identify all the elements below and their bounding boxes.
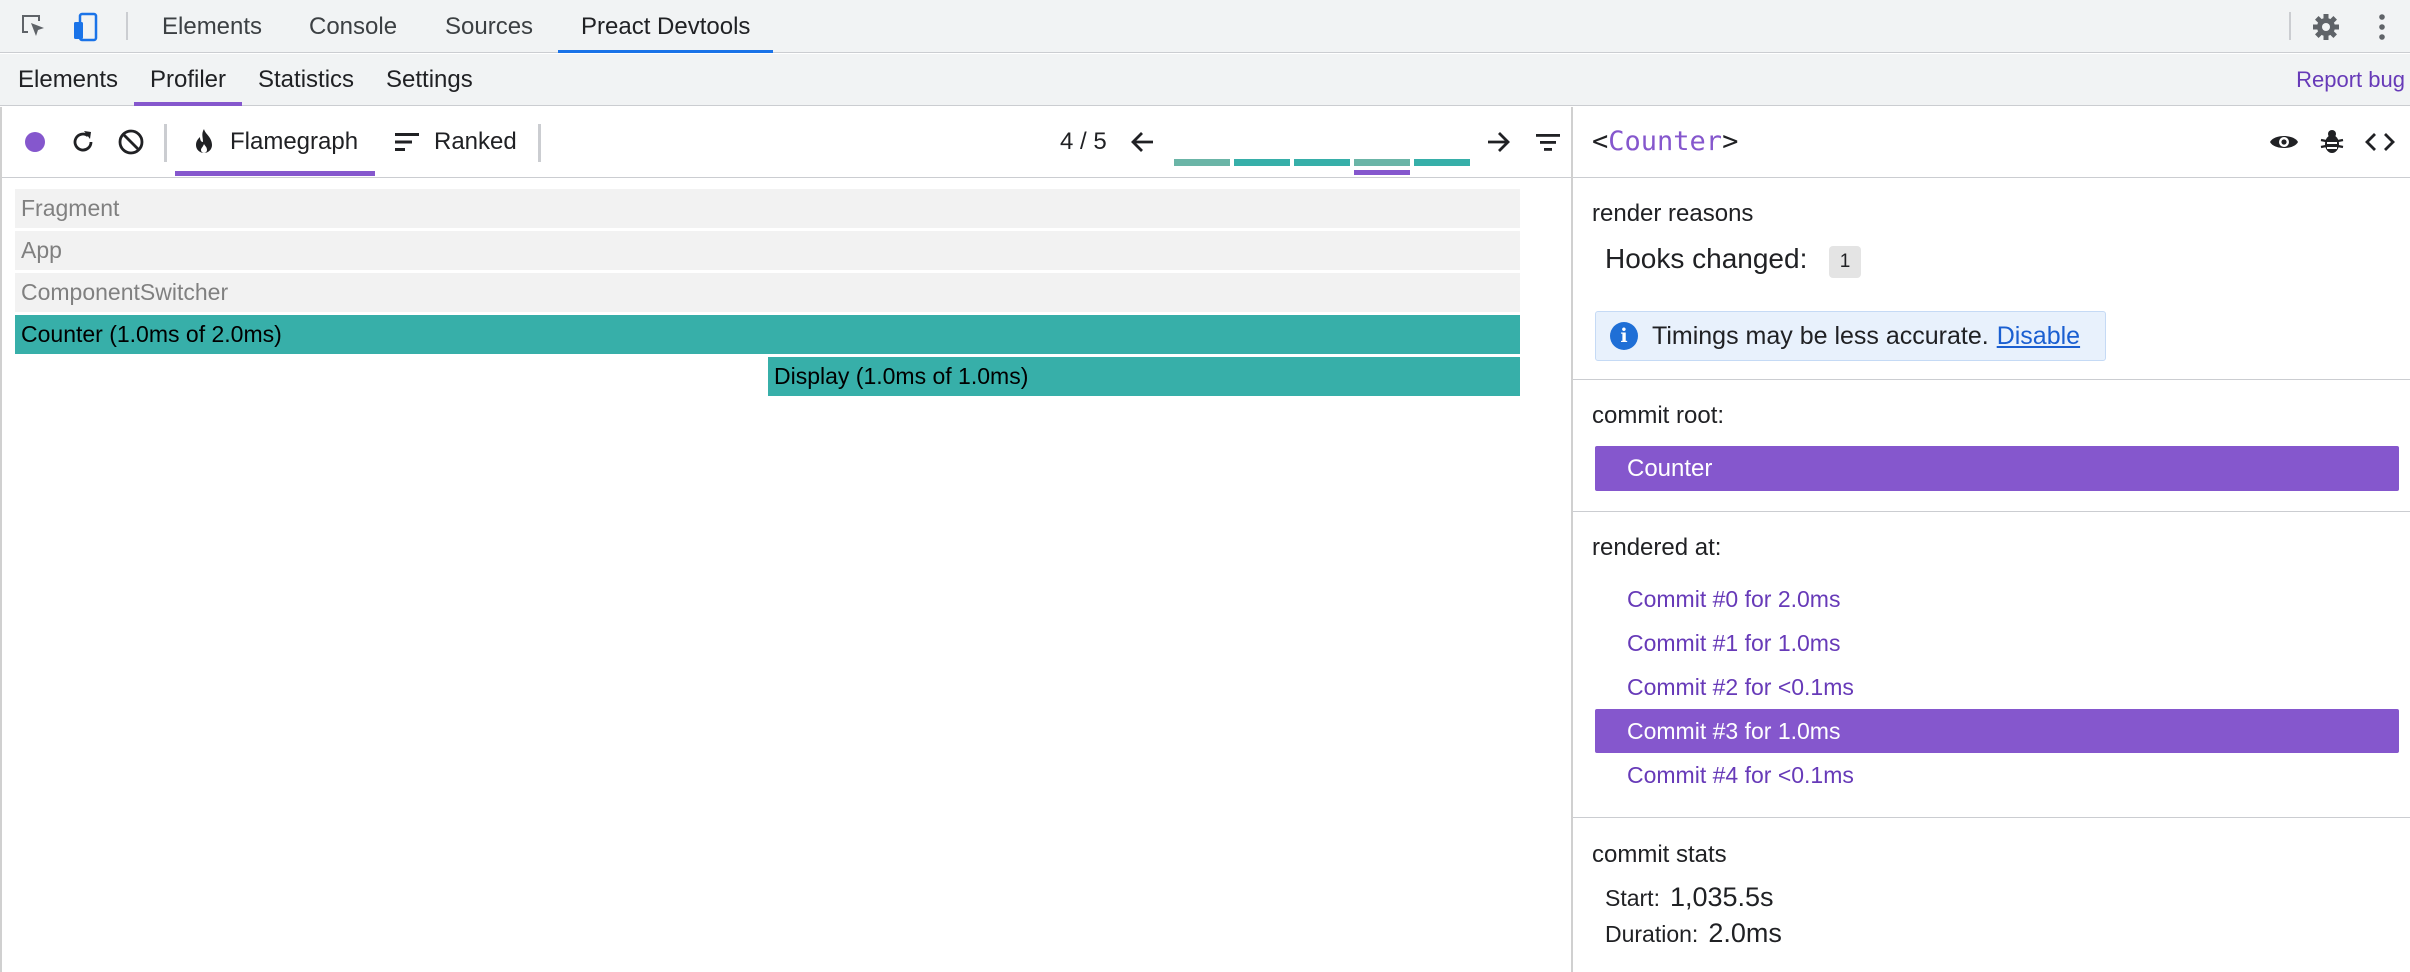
toolbar-divider: [164, 124, 167, 162]
record-icon[interactable]: [18, 125, 52, 159]
flamegraph-node-fragment[interactable]: Fragment: [15, 189, 1520, 228]
profiler-toolbar: Flamegraph Ranked 4 / 5: [2, 107, 1573, 178]
commit-bar[interactable]: [1174, 159, 1230, 166]
flamegraph-node-app[interactable]: App: [15, 231, 1520, 270]
bug-icon[interactable]: [2315, 125, 2349, 159]
render-reasons-section: render reasons Hooks changed: 1 i Timing…: [1573, 178, 2410, 380]
component-name: Counter: [1608, 126, 1723, 157]
rendered-at-commit-item[interactable]: Commit #1 for 1.0ms: [1595, 621, 2399, 665]
tab-preact-elements[interactable]: Elements: [18, 54, 118, 106]
toolbar-divider: [538, 124, 541, 162]
flamegraph-node-display[interactable]: Display (1.0ms of 1.0ms): [768, 357, 1520, 396]
commit-bar[interactable]: [1234, 159, 1290, 166]
devtools-tab-bar: Elements Console Sources Preact Devtools: [0, 0, 2410, 53]
rendered-at-commit-item[interactable]: Commit #2 for <0.1ms: [1595, 665, 2399, 709]
rendered-at-commit-item[interactable]: Commit #0 for 2.0ms: [1595, 577, 2399, 621]
start-value: 1,035.5s: [1669, 882, 1774, 912]
device-toolbar-icon[interactable]: [70, 11, 102, 43]
flamegraph-node-componentswitcher[interactable]: ComponentSwitcher: [15, 273, 1520, 312]
tab-sources[interactable]: Sources: [445, 0, 533, 53]
eye-icon[interactable]: [2267, 125, 2301, 159]
settings-gear-icon[interactable]: [2310, 11, 2342, 43]
tab-profiler[interactable]: Profiler: [134, 54, 243, 106]
tab-statistics[interactable]: Statistics: [258, 54, 354, 106]
render-reasons-title: render reasons: [1592, 200, 1754, 227]
start-label: Start:: [1605, 885, 1660, 911]
hooks-changed-label: Hooks changed:: [1605, 243, 1808, 274]
commit-position: 4 / 5: [1060, 128, 1107, 155]
inspect-element-icon[interactable]: [18, 11, 50, 43]
component-bracket-open: <: [1592, 126, 1609, 157]
flame-icon: [196, 128, 212, 153]
hooks-changed-count: 1: [1829, 246, 1861, 278]
toolbar-divider: [126, 12, 128, 40]
selected-component-name: <Counter>: [1592, 107, 1738, 176]
duration-label: Duration:: [1605, 921, 1699, 947]
report-bug-link[interactable]: Report bug: [2296, 54, 2405, 106]
timing-accuracy-notice: i Timings may be less accurate. Disable: [1595, 311, 2106, 361]
rendered-at-section: rendered at: Commit #0 for 2.0ms Commit #…: [1573, 512, 2410, 818]
filter-icon[interactable]: [1531, 125, 1565, 159]
tab-console[interactable]: Console: [309, 0, 397, 53]
commit-bar[interactable]: [1294, 159, 1350, 166]
tab-settings[interactable]: Settings: [386, 54, 473, 106]
flamegraph-button[interactable]: Flamegraph: [175, 107, 376, 176]
rendered-at-commit-item[interactable]: Commit #4 for <0.1ms: [1595, 753, 2399, 797]
profiler-pane: Flamegraph Ranked 4 / 5 Fragment App Com…: [0, 107, 1573, 972]
commit-bar[interactable]: [1414, 159, 1470, 166]
commit-root-title: commit root:: [1592, 402, 1725, 429]
flamegraph-node-counter[interactable]: Counter (1.0ms of 2.0ms): [15, 315, 1520, 354]
commit-stats-title: commit stats: [1592, 841, 1727, 868]
duration-value: 2.0ms: [1708, 918, 1782, 948]
ranked-label: Ranked: [434, 127, 517, 155]
ranked-icon: [395, 132, 419, 151]
tab-elements[interactable]: Elements: [162, 0, 262, 53]
ranked-button[interactable]: Ranked: [392, 107, 519, 176]
preact-tab-bar: Elements Profiler Statistics Settings Re…: [0, 54, 2410, 106]
component-bracket-close: >: [1722, 126, 1739, 157]
disable-link[interactable]: Disable: [1997, 322, 2080, 351]
rendered-at-title: rendered at:: [1592, 534, 1722, 561]
commit-root-button[interactable]: Counter: [1595, 446, 2399, 491]
more-options-icon[interactable]: [2366, 11, 2398, 43]
clear-profile-icon[interactable]: [114, 125, 148, 159]
commit-stats-section: commit stats Start: 1,035.5s Duration: 2.0…: [1573, 818, 2410, 972]
commit-start-stat: Start: 1,035.5s: [1605, 882, 1774, 913]
commit-root-section: commit root: Counter: [1573, 380, 2410, 512]
next-commit-arrow-icon[interactable]: [1481, 125, 1515, 159]
commit-duration-stat: Duration: 2.0ms: [1605, 918, 1782, 949]
commit-bar[interactable]: [1354, 159, 1410, 166]
view-source-icon[interactable]: [2363, 125, 2397, 159]
tab-preact-devtools[interactable]: Preact Devtools: [558, 0, 774, 53]
reload-and-profile-icon[interactable]: [66, 125, 100, 159]
info-icon: i: [1610, 322, 1638, 350]
sidebar-header: <Counter>: [1573, 107, 2410, 178]
previous-commit-arrow-icon[interactable]: [1126, 125, 1160, 159]
flamegraph-label: Flamegraph: [230, 127, 359, 155]
rendered-at-commit-item[interactable]: Commit #3 for 1.0ms: [1595, 709, 2399, 753]
selected-commit-indicator: [1354, 170, 1410, 175]
toolbar-divider: [2289, 12, 2291, 40]
notice-text: Timings may be less accurate.: [1652, 321, 1989, 350]
component-sidebar: <Counter> render reasons Hooks changed: …: [1571, 107, 2410, 972]
